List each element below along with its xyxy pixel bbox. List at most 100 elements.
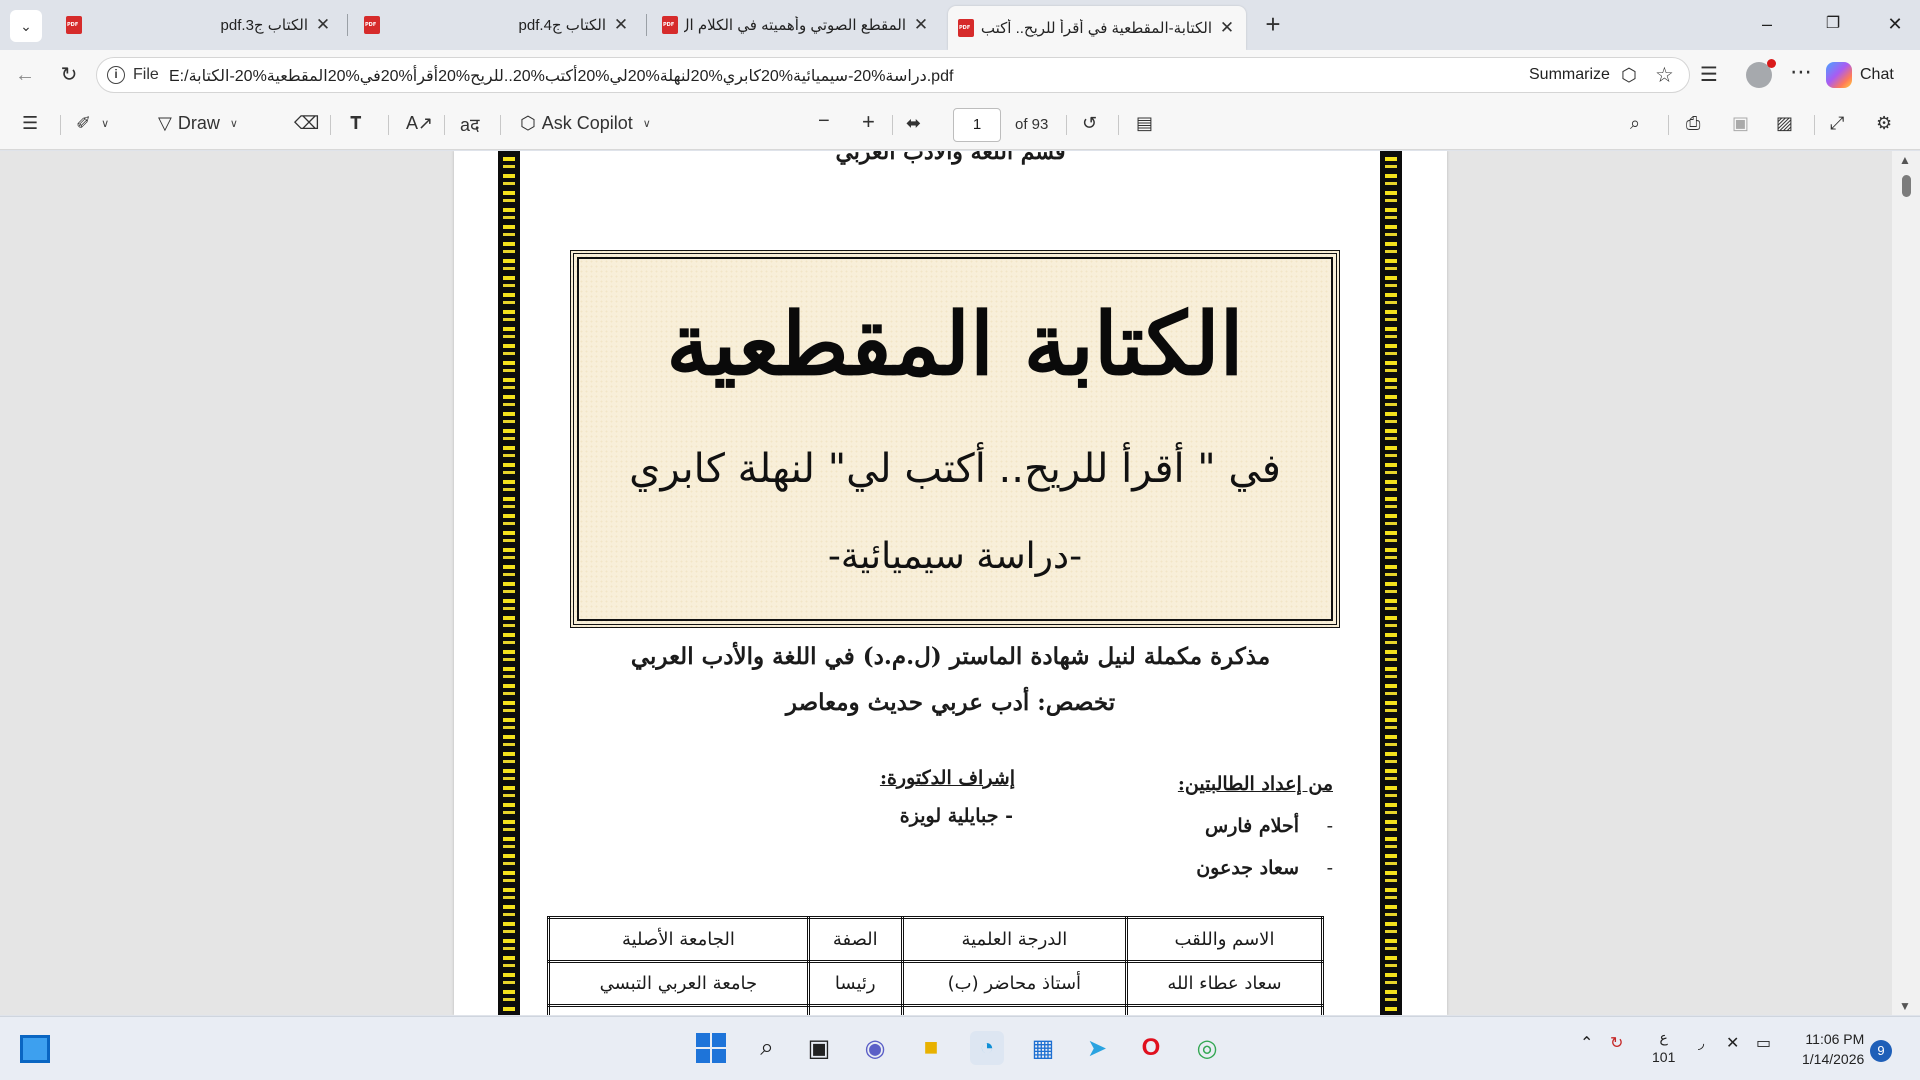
zoom-out-icon[interactable]: − (818, 110, 830, 133)
contents-icon[interactable]: ☰ (22, 113, 38, 134)
scroll-up-arrow-icon[interactable]: ▲ (1899, 153, 1911, 167)
favorites-icon[interactable]: ☰ (1700, 62, 1718, 87)
zoom-in-icon[interactable]: + (862, 109, 875, 135)
tab-4-active[interactable]: الكتابة-المقطعية في أقرأ للريح.. أكتب ✕ (948, 6, 1246, 50)
table-row: سعاد عطاء الله أستاذ محاضر (ب) رئيسا جام… (547, 960, 1325, 1007)
translate-icon[interactable]: aद (460, 113, 480, 137)
close-icon[interactable]: ✕ (612, 15, 630, 35)
search-icon[interactable]: ⌕ (1630, 113, 1640, 134)
tab-2[interactable]: الكتاب ج4.pdf ✕ (354, 7, 640, 43)
chat-label: Chat (1860, 66, 1894, 83)
fullscreen-icon[interactable]: ⤢ (1830, 113, 1844, 134)
jury-table: الاسم واللقب الدرجة العلمية الصفة الجامع… (547, 916, 1325, 1015)
omnibox[interactable]: i File E:/دراسة%20-سيميائية%20كابري%20لن… (96, 57, 1690, 93)
divider (444, 115, 445, 135)
copilot-icon: ⬡ (520, 113, 536, 133)
pdf-file-icon (958, 19, 974, 37)
store-icon[interactable]: ▦ (1026, 1031, 1060, 1065)
maximize-button[interactable]: ❐ (1810, 8, 1856, 40)
edge-browser-icon[interactable]: ◔ (970, 1031, 1004, 1065)
chrome-icon[interactable]: ◎ (1190, 1031, 1224, 1065)
table-header: الصفة (806, 916, 904, 963)
close-window-button[interactable]: ✕ (1872, 8, 1918, 40)
ask-copilot-label: Ask Copilot (541, 113, 633, 133)
tab-1[interactable]: الكتاب ج3.pdf ✕ (56, 7, 342, 43)
opera-icon[interactable]: O (1134, 1031, 1168, 1065)
sync-icon[interactable]: ↻ (1610, 1033, 1623, 1053)
copilot-chat-button[interactable]: Chat (1826, 58, 1912, 92)
language-indicator[interactable]: ع 101 (1652, 1027, 1675, 1067)
draw-pen-icon: ▽ (158, 113, 172, 133)
close-icon[interactable]: ✕ (1218, 18, 1236, 38)
table-header: الجامعة الأصلية (547, 916, 810, 963)
draw-label: Draw (177, 113, 220, 133)
notification-badge[interactable]: 9 (1870, 1040, 1892, 1062)
divider (1814, 115, 1815, 135)
divider (892, 115, 893, 135)
decorative-border-left (498, 151, 520, 1015)
fit-to-width-icon[interactable]: ⬌ (906, 113, 921, 134)
wifi-icon[interactable]: ◞ (1698, 1033, 1704, 1053)
student-name: أحلام فارس (1205, 815, 1299, 837)
url-scheme: File (133, 66, 159, 83)
pdf-viewer[interactable]: قسم اللغة والأدب العربي الكتابة المقطعية… (0, 151, 1920, 1015)
scroll-down-arrow-icon[interactable]: ▼ (1899, 999, 1911, 1013)
tab-3[interactable]: المقطع الصوتي وأهميته في الكلام ال ✕ (652, 7, 940, 43)
title-box: الكتابة المقطعية في " أقرأ للريح.. أكتب … (570, 250, 1340, 628)
student-name: سعاد جدعون (1196, 857, 1299, 879)
back-button[interactable]: ← (8, 58, 42, 92)
address-bar: ← ↻ i File E:/دراسة%20-سيميائية%20كابري%… (0, 50, 1920, 100)
minimize-button[interactable]: – (1744, 8, 1790, 40)
teams-icon[interactable]: ◉ (858, 1031, 892, 1065)
volume-muted-icon[interactable]: ✕ (1726, 1033, 1739, 1053)
settings-gear-icon[interactable]: ⚙ (1876, 113, 1892, 134)
page-number-input[interactable]: 1 (953, 108, 1001, 142)
clock[interactable]: 11:06 PM 1/14/2026 (1802, 1029, 1864, 1069)
taskbar: ⌕ ▣ ◉ ■ ◔ ▦ ➤ O ◎ ⌃ ↻ ع 101 ◞ ✕ ▭ 11:06 … (0, 1016, 1920, 1080)
table-cell (1124, 1004, 1325, 1015)
chevron-up-icon[interactable]: ⌃ (1580, 1033, 1593, 1053)
save-as-icon[interactable]: ▨ (1776, 113, 1793, 134)
refresh-button[interactable]: ↻ (52, 58, 86, 92)
avatar[interactable] (1746, 59, 1776, 88)
eraser-icon[interactable]: ⌫ (294, 113, 319, 134)
copilot-summarize-icon[interactable]: ⬡ (1621, 65, 1637, 86)
ask-copilot-button[interactable]: ⬡ Ask Copilot ∨ (520, 113, 651, 134)
sub-title: في " أقرأ للريح.. أكتب لي" لنهلة كابري (629, 446, 1281, 492)
chevron-down-icon: ∨ (229, 118, 238, 130)
page-total: of 93 (1015, 116, 1049, 133)
new-tab-button[interactable]: + (1258, 10, 1288, 40)
rotate-icon[interactable]: ↺ (1082, 113, 1097, 134)
info-icon[interactable]: i (107, 66, 125, 84)
vertical-scrollbar[interactable]: ▲ ▼ (1892, 151, 1920, 1015)
language-label: ع (1659, 1029, 1668, 1045)
table-header: الاسم واللقب (1124, 916, 1325, 963)
summarize-button[interactable]: Summarize (1529, 66, 1610, 84)
pdf-file-icon (364, 16, 380, 34)
url-text[interactable]: E:/دراسة%20-سيميائية%20كابري%20لنهلة%20ل… (169, 66, 953, 86)
start-button[interactable] (694, 1031, 728, 1065)
close-icon[interactable]: ✕ (912, 15, 930, 35)
text-box-icon[interactable]: 𝐓 (350, 113, 362, 134)
highlight-button[interactable]: ✐ ∨ (76, 113, 109, 134)
file-explorer-icon[interactable]: ■ (914, 1031, 948, 1065)
tab-title: المقطع الصوتي وأهميته في الكلام ال (684, 17, 906, 34)
tab-separator (646, 14, 647, 36)
divider (330, 115, 331, 135)
battery-icon[interactable]: ▭ (1756, 1033, 1771, 1053)
more-options-icon[interactable]: ⋯ (1790, 59, 1812, 85)
close-icon[interactable]: ✕ (314, 15, 332, 35)
task-view-icon[interactable]: ▣ (802, 1031, 836, 1065)
widgets-icon[interactable] (20, 1035, 50, 1063)
favorite-star-icon[interactable]: ☆ (1655, 63, 1674, 88)
print-icon[interactable]: ⎙ (1686, 113, 1700, 134)
read-aloud-icon[interactable]: A↗ (406, 113, 433, 134)
tab-list-button[interactable]: ⌄ (10, 10, 42, 42)
telegram-icon[interactable]: ➤ (1080, 1031, 1114, 1065)
page-view-icon[interactable]: ▤ (1136, 113, 1153, 134)
search-icon[interactable]: ⌕ (750, 1031, 784, 1065)
draw-button[interactable]: ▽ Draw ∨ (158, 113, 238, 134)
table-cell (900, 1004, 1128, 1015)
save-icon[interactable]: ▣ (1732, 113, 1749, 134)
scrollbar-thumb[interactable] (1902, 175, 1911, 197)
